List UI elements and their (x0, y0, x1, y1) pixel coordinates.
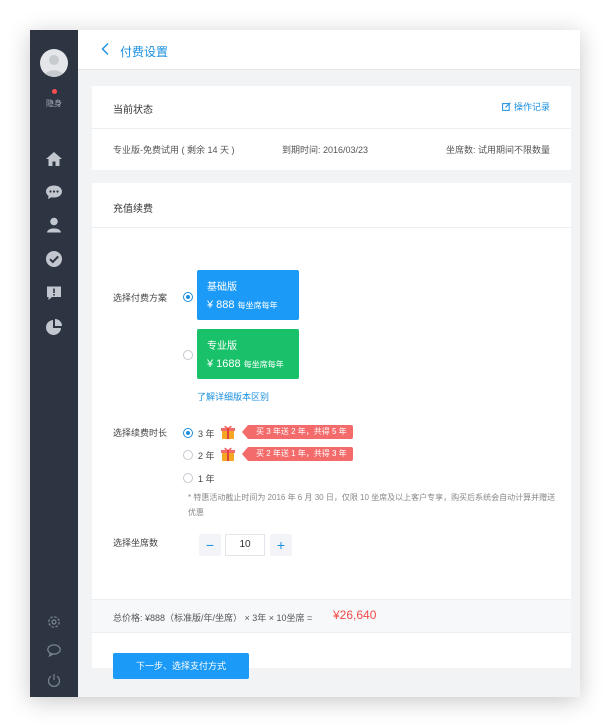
status-dot (52, 89, 57, 94)
duration-option-3y[interactable]: 3 年 (198, 427, 215, 440)
plan-label: 选择付费方案 (113, 293, 168, 303)
duration-label: 选择续费时长 (113, 428, 168, 438)
duration-radio-2y[interactable] (183, 450, 193, 460)
promo-badge: 买 2 年送 1 年，共得 3 年 (242, 447, 353, 461)
next-step-button[interactable]: 下一步、选择支付方式 (113, 653, 249, 679)
total-price-bar: 总价格: ¥888（标准版/年/坐席） × 3年 × 10坐席 = ¥26,64… (92, 599, 571, 633)
duration-option-1y[interactable]: 1 年 (198, 472, 215, 485)
gift-icon (220, 446, 236, 462)
version-diff-link[interactable]: 了解详细版本区别 (197, 390, 269, 403)
seats-input[interactable]: 10 (225, 534, 265, 556)
seats-label: 选择坐席数 (113, 538, 159, 548)
duration-radio-1y[interactable] (183, 473, 193, 483)
user-icon[interactable] (44, 215, 64, 235)
edition-text: 专业版-免费试用 ( 剩余 14 天 ) (113, 145, 235, 155)
plan-name: 基础版 (207, 282, 237, 293)
plan-price: ¥ 888 每坐席每年 (207, 299, 278, 311)
topbar: 付费设置 (78, 30, 580, 70)
plan-radio-basic[interactable] (183, 292, 193, 302)
plan-option-pro[interactable]: 专业版 ¥ 1688 每坐席每年 (197, 329, 299, 379)
back-chevron-icon[interactable] (100, 42, 110, 56)
plan-price: ¥ 1688 每坐席每年 (207, 358, 284, 370)
feedback-icon[interactable] (44, 283, 64, 303)
plan-radio-pro[interactable] (183, 350, 193, 360)
operation-log-label: 操作记录 (513, 102, 550, 112)
plan-name: 专业版 (207, 341, 237, 352)
app-window: 隐身 付费设置 当前状态 操作记录 专业版-免费试用 (剩余 14 天) 到… (30, 30, 580, 697)
status-card-title: 当前状态 (113, 105, 153, 116)
seats-decrement-button[interactable]: − (199, 534, 221, 556)
duration-option-2y[interactable]: 2 年 (198, 449, 215, 462)
seats-increment-button[interactable]: + (270, 534, 292, 556)
recharge-card: 充值续费 选择付费方案 基础版 ¥ 888 每坐席每年 专业版 ¥ 1688 每… (92, 183, 571, 679)
power-icon[interactable] (46, 672, 62, 688)
message-icon[interactable] (46, 642, 62, 658)
total-amount: ¥26,640 (333, 608, 377, 622)
expiry-text: 到期时间: 2016/03/23 (282, 145, 369, 155)
avatar-icon (44, 55, 64, 77)
duration-radio-3y[interactable] (183, 428, 193, 438)
page-title: 付费设置 (120, 45, 169, 59)
seats-text: 坐席数: 试用期间不限数量 (445, 145, 550, 155)
operation-log-link[interactable]: 操作记录 (502, 100, 550, 113)
status-label[interactable]: 隐身 (30, 98, 78, 109)
edit-icon (502, 102, 511, 111)
total-formula: 总价格: ¥888（标准版/年/坐席） × 3年 × 10坐席 = (113, 613, 313, 623)
home-icon[interactable] (44, 149, 64, 169)
avatar[interactable] (40, 49, 68, 77)
promotion-note: * 特惠活动截止时间为 2016 年 6 月 30 日，仅限 10 坐席及以上客… (188, 493, 556, 517)
check-circle-icon[interactable] (44, 249, 64, 269)
recharge-card-title: 充值续费 (113, 204, 153, 215)
divider (92, 227, 571, 228)
pie-chart-icon[interactable] (44, 317, 64, 337)
sidebar: 隐身 (30, 30, 78, 697)
settings-icon[interactable] (46, 614, 62, 630)
gift-icon (220, 424, 236, 440)
current-status-card: 当前状态 操作记录 专业版-免费试用 ( 剩余 14 天 ) 到期时间: 201… (92, 86, 571, 170)
chat-icon[interactable] (44, 182, 64, 202)
divider (92, 128, 571, 129)
promo-badge: 买 3 年送 2 年，共得 5 年 (242, 425, 353, 439)
plan-option-basic[interactable]: 基础版 ¥ 888 每坐席每年 (197, 270, 299, 320)
